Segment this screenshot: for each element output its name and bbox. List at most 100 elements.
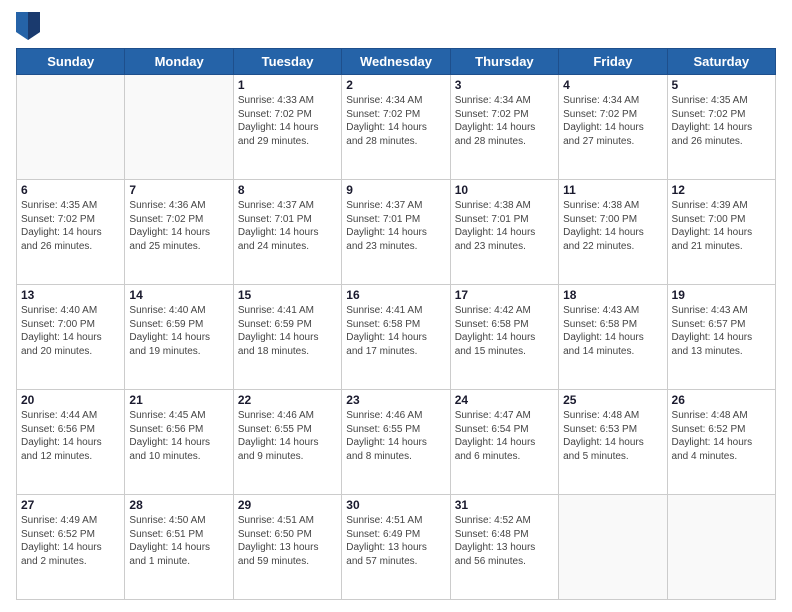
day-info: Sunrise: 4:34 AM Sunset: 7:02 PM Dayligh… <box>346 94 445 148</box>
day-number: 3 <box>455 78 554 92</box>
day-number: 28 <box>129 498 228 512</box>
day-info: Sunrise: 4:47 AM Sunset: 6:54 PM Dayligh… <box>455 409 554 463</box>
day-info: Sunrise: 4:40 AM Sunset: 7:00 PM Dayligh… <box>21 304 120 358</box>
day-cell: 24 Sunrise: 4:47 AM Sunset: 6:54 PM Dayli… <box>450 390 558 495</box>
day-cell: 28 Sunrise: 4:50 AM Sunset: 6:51 PM Dayli… <box>125 495 233 600</box>
day-info: Sunrise: 4:45 AM Sunset: 6:56 PM Dayligh… <box>129 409 228 463</box>
day-info: Sunrise: 4:35 AM Sunset: 7:02 PM Dayligh… <box>672 94 771 148</box>
header <box>16 12 776 40</box>
day-number: 21 <box>129 393 228 407</box>
day-number: 19 <box>672 288 771 302</box>
day-cell: 8Sunrise: 4:37 AM Sunset: 7:01 PM Daylig… <box>233 180 341 285</box>
week-row-4: 20Sunrise: 4:44 AM Sunset: 6:56 PM Dayli… <box>17 390 776 495</box>
day-number: 2 <box>346 78 445 92</box>
day-info: Sunrise: 4:52 AM Sunset: 6:48 PM Dayligh… <box>455 514 554 568</box>
day-header-thursday: Thursday <box>450 49 558 75</box>
day-cell <box>125 75 233 180</box>
calendar-body: 1 Sunrise: 4:33 AM Sunset: 7:02 PM Daylig… <box>17 75 776 600</box>
calendar-header: SundayMondayTuesdayWednesdayThursdayFrid… <box>17 49 776 75</box>
day-info: Sunrise: 4:38 AM Sunset: 7:00 PM Dayligh… <box>563 199 662 253</box>
day-number: 31 <box>455 498 554 512</box>
day-info: Sunrise: 4:43 AM Sunset: 6:58 PM Dayligh… <box>563 304 662 358</box>
day-info: Sunrise: 4:33 AM Sunset: 7:02 PM Dayligh… <box>238 94 337 148</box>
day-cell: 9 Sunrise: 4:37 AM Sunset: 7:01 PM Daylig… <box>342 180 450 285</box>
day-cell: 10 Sunrise: 4:38 AM Sunset: 7:01 PM Dayli… <box>450 180 558 285</box>
day-info: Sunrise: 4:34 AM Sunset: 7:02 PM Dayligh… <box>563 94 662 148</box>
day-number: 8 <box>238 183 337 197</box>
day-cell: 11 Sunrise: 4:38 AM Sunset: 7:00 PM Dayli… <box>559 180 667 285</box>
logo <box>16 12 44 40</box>
day-cell <box>667 495 775 600</box>
day-cell: 26Sunrise: 4:48 AM Sunset: 6:52 PM Dayli… <box>667 390 775 495</box>
day-cell: 23 Sunrise: 4:46 AM Sunset: 6:55 PM Dayli… <box>342 390 450 495</box>
week-row-1: 1 Sunrise: 4:33 AM Sunset: 7:02 PM Daylig… <box>17 75 776 180</box>
day-cell: 1 Sunrise: 4:33 AM Sunset: 7:02 PM Daylig… <box>233 75 341 180</box>
day-number: 12 <box>672 183 771 197</box>
calendar-table: SundayMondayTuesdayWednesdayThursdayFrid… <box>16 48 776 600</box>
day-cell: 18Sunrise: 4:43 AM Sunset: 6:58 PM Dayli… <box>559 285 667 390</box>
day-number: 6 <box>21 183 120 197</box>
day-cell: 15 Sunrise: 4:41 AM Sunset: 6:59 PM Dayli… <box>233 285 341 390</box>
day-number: 27 <box>21 498 120 512</box>
day-number: 22 <box>238 393 337 407</box>
day-number: 14 <box>129 288 228 302</box>
day-info: Sunrise: 4:34 AM Sunset: 7:02 PM Dayligh… <box>455 94 554 148</box>
day-number: 29 <box>238 498 337 512</box>
day-cell <box>17 75 125 180</box>
day-info: Sunrise: 4:38 AM Sunset: 7:01 PM Dayligh… <box>455 199 554 253</box>
day-cell: 31 Sunrise: 4:52 AM Sunset: 6:48 PM Dayli… <box>450 495 558 600</box>
day-info: Sunrise: 4:39 AM Sunset: 7:00 PM Dayligh… <box>672 199 771 253</box>
day-cell: 30Sunrise: 4:51 AM Sunset: 6:49 PM Dayli… <box>342 495 450 600</box>
week-row-3: 13 Sunrise: 4:40 AM Sunset: 7:00 PM Dayli… <box>17 285 776 390</box>
day-number: 10 <box>455 183 554 197</box>
day-number: 23 <box>346 393 445 407</box>
week-row-2: 6Sunrise: 4:35 AM Sunset: 7:02 PM Daylig… <box>17 180 776 285</box>
day-cell: 20Sunrise: 4:44 AM Sunset: 6:56 PM Dayli… <box>17 390 125 495</box>
day-cell: 13 Sunrise: 4:40 AM Sunset: 7:00 PM Dayli… <box>17 285 125 390</box>
day-cell: 21 Sunrise: 4:45 AM Sunset: 6:56 PM Dayli… <box>125 390 233 495</box>
day-cell: 5 Sunrise: 4:35 AM Sunset: 7:02 PM Daylig… <box>667 75 775 180</box>
day-info: Sunrise: 4:49 AM Sunset: 6:52 PM Dayligh… <box>21 514 120 568</box>
day-cell: 7 Sunrise: 4:36 AM Sunset: 7:02 PM Daylig… <box>125 180 233 285</box>
day-number: 7 <box>129 183 228 197</box>
day-info: Sunrise: 4:50 AM Sunset: 6:51 PM Dayligh… <box>129 514 228 568</box>
day-info: Sunrise: 4:41 AM Sunset: 6:58 PM Dayligh… <box>346 304 445 358</box>
day-info: Sunrise: 4:43 AM Sunset: 6:57 PM Dayligh… <box>672 304 771 358</box>
day-cell: 17Sunrise: 4:42 AM Sunset: 6:58 PM Dayli… <box>450 285 558 390</box>
day-cell: 16 Sunrise: 4:41 AM Sunset: 6:58 PM Dayli… <box>342 285 450 390</box>
day-number: 25 <box>563 393 662 407</box>
day-number: 15 <box>238 288 337 302</box>
day-cell: 25 Sunrise: 4:48 AM Sunset: 6:53 PM Dayli… <box>559 390 667 495</box>
day-number: 5 <box>672 78 771 92</box>
day-cell: 22 Sunrise: 4:46 AM Sunset: 6:55 PM Dayli… <box>233 390 341 495</box>
week-row-5: 27 Sunrise: 4:49 AM Sunset: 6:52 PM Dayli… <box>17 495 776 600</box>
day-number: 20 <box>21 393 120 407</box>
page: SundayMondayTuesdayWednesdayThursdayFrid… <box>0 0 792 612</box>
day-info: Sunrise: 4:36 AM Sunset: 7:02 PM Dayligh… <box>129 199 228 253</box>
day-number: 24 <box>455 393 554 407</box>
day-header-sunday: Sunday <box>17 49 125 75</box>
day-cell: 2 Sunrise: 4:34 AM Sunset: 7:02 PM Daylig… <box>342 75 450 180</box>
day-info: Sunrise: 4:51 AM Sunset: 6:49 PM Dayligh… <box>346 514 445 568</box>
day-cell: 12 Sunrise: 4:39 AM Sunset: 7:00 PM Dayli… <box>667 180 775 285</box>
day-info: Sunrise: 4:40 AM Sunset: 6:59 PM Dayligh… <box>129 304 228 358</box>
day-number: 9 <box>346 183 445 197</box>
day-info: Sunrise: 4:41 AM Sunset: 6:59 PM Dayligh… <box>238 304 337 358</box>
day-info: Sunrise: 4:48 AM Sunset: 6:53 PM Dayligh… <box>563 409 662 463</box>
day-cell <box>559 495 667 600</box>
day-cell: 19 Sunrise: 4:43 AM Sunset: 6:57 PM Dayli… <box>667 285 775 390</box>
day-header-saturday: Saturday <box>667 49 775 75</box>
day-number: 16 <box>346 288 445 302</box>
day-info: Sunrise: 4:48 AM Sunset: 6:52 PM Dayligh… <box>672 409 771 463</box>
day-info: Sunrise: 4:46 AM Sunset: 6:55 PM Dayligh… <box>346 409 445 463</box>
day-header-monday: Monday <box>125 49 233 75</box>
day-info: Sunrise: 4:37 AM Sunset: 7:01 PM Dayligh… <box>346 199 445 253</box>
day-cell: 14 Sunrise: 4:40 AM Sunset: 6:59 PM Dayli… <box>125 285 233 390</box>
day-number: 1 <box>238 78 337 92</box>
day-number: 13 <box>21 288 120 302</box>
day-info: Sunrise: 4:46 AM Sunset: 6:55 PM Dayligh… <box>238 409 337 463</box>
day-header-tuesday: Tuesday <box>233 49 341 75</box>
header-row: SundayMondayTuesdayWednesdayThursdayFrid… <box>17 49 776 75</box>
day-number: 11 <box>563 183 662 197</box>
day-header-wednesday: Wednesday <box>342 49 450 75</box>
